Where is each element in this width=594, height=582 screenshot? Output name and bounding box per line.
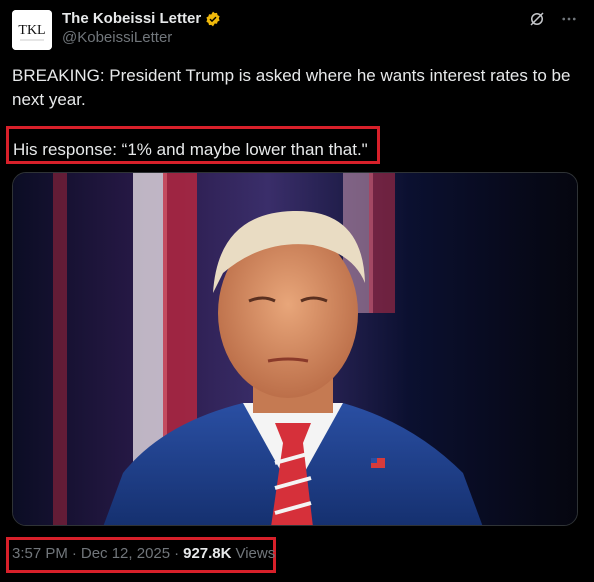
tweet-time[interactable]: 3:57 PM [12, 545, 68, 562]
tweet-meta: 3:57 PM · Dec 12, 2025 · 927.8K Views [12, 545, 275, 562]
more-icon[interactable] [560, 10, 578, 28]
meta-separator: · [174, 545, 180, 562]
meta-separator: · [71, 545, 77, 562]
tweet-header: TKL The Kobeissi Letter @KobeissiLetter [12, 8, 582, 52]
top-actions [528, 10, 578, 28]
tweet-text: BREAKING: President Trump is asked where… [12, 66, 571, 109]
grok-icon[interactable] [528, 10, 546, 28]
display-name[interactable]: The Kobeissi Letter [62, 10, 221, 28]
views-label: Views [235, 545, 276, 562]
views-count[interactable]: 927.8K [183, 545, 231, 562]
tweet-response: His response: “1% and maybe lower than t… [13, 140, 368, 159]
handle[interactable]: @KobeissiLetter [62, 28, 221, 48]
tweet-date[interactable]: Dec 12, 2025 [81, 545, 170, 562]
display-name-text[interactable]: The Kobeissi Letter [62, 10, 201, 28]
verified-badge-icon [205, 11, 221, 27]
avatar-text: TKL [18, 23, 45, 38]
avatar[interactable]: TKL [12, 10, 52, 50]
author-block: The Kobeissi Letter @KobeissiLetter [62, 10, 221, 48]
tweet-photo[interactable] [12, 172, 578, 526]
